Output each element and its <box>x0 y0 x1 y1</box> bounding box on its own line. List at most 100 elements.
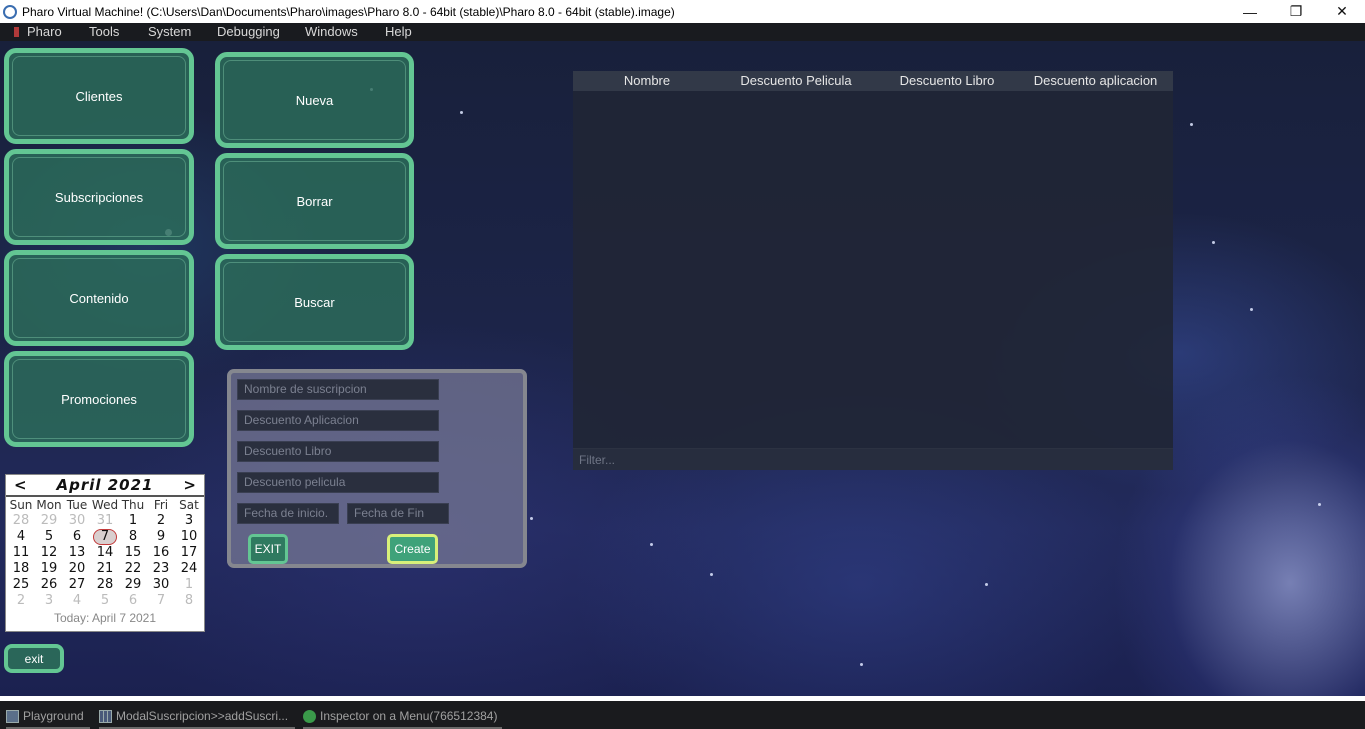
exit-label: exit <box>24 651 44 666</box>
calendar-day[interactable]: 30 <box>147 577 175 593</box>
menu-windows[interactable]: Windows <box>305 23 385 41</box>
calendar-day[interactable]: 4 <box>63 593 91 609</box>
calendar-day[interactable]: 29 <box>35 513 63 529</box>
calendar-next-button[interactable]: > <box>183 476 196 494</box>
calendar-day[interactable]: 8 <box>119 529 147 545</box>
calendar-day[interactable]: 30 <box>63 513 91 529</box>
taskbar-item-inspector[interactable]: Inspector on a Menu(766512384) <box>303 705 502 729</box>
exit-button[interactable]: exit <box>4 644 64 673</box>
calendar-day[interactable]: 3 <box>175 513 203 529</box>
calendar-day[interactable]: 12 <box>35 545 63 561</box>
calendar-day[interactable]: 28 <box>91 577 119 593</box>
taskbar-item-modal-suscripcion[interactable]: ModalSuscripcion>>addSuscri... <box>99 705 295 729</box>
calendar-weekday: Sat <box>179 498 199 512</box>
calendar-day[interactable]: 22 <box>119 561 147 577</box>
descuento-aplicacion-input[interactable]: Descuento Aplicacion <box>237 410 439 431</box>
filter-input[interactable]: Filter... <box>573 448 1173 470</box>
minimize-button[interactable]: — <box>1227 0 1273 23</box>
calendar-weekday: Wed <box>91 498 119 512</box>
contenido-label: Contenido <box>69 290 129 306</box>
promociones-label: Promociones <box>61 391 137 407</box>
calendar-day[interactable]: 28 <box>7 513 35 529</box>
create-button[interactable]: Create <box>387 534 438 564</box>
fecha-fin-input[interactable]: Fecha de Fin <box>347 503 449 524</box>
contenido-button[interactable]: Contenido <box>4 250 194 346</box>
calendar-day[interactable]: 1 <box>175 577 203 593</box>
calendar-day[interactable]: 18 <box>7 561 35 577</box>
calendar-day[interactable]: 11 <box>7 545 35 561</box>
menu-pharo[interactable]: Pharo <box>27 23 89 41</box>
calendar-day[interactable]: 27 <box>63 577 91 593</box>
star-decoration <box>710 573 713 576</box>
calendar-day[interactable]: 16 <box>147 545 175 561</box>
column-header-descuento-libro[interactable]: Descuento Libro <box>871 71 1023 91</box>
menu-debugging[interactable]: Debugging <box>217 23 305 41</box>
menu-system[interactable]: System <box>148 23 217 41</box>
calendar-day[interactable]: 5 <box>91 593 119 609</box>
nueva-button[interactable]: Nueva <box>215 52 414 148</box>
calendar-day[interactable]: 25 <box>7 577 35 593</box>
maximize-button[interactable]: ❐ <box>1273 0 1319 23</box>
calendar-prev-button[interactable]: < <box>14 476 27 494</box>
calendar-day-selected[interactable]: 7 <box>91 529 119 545</box>
star-decoration <box>1250 308 1253 311</box>
calendar-day[interactable]: 23 <box>147 561 175 577</box>
buscar-button[interactable]: Buscar <box>215 254 414 350</box>
calendar-day[interactable]: 10 <box>175 529 203 545</box>
calendar-day[interactable]: 1 <box>119 513 147 529</box>
table-header: Nombre Descuento Pelicula Descuento Libr… <box>573 71 1173 91</box>
calendar-day[interactable]: 3 <box>35 593 63 609</box>
calendar-day[interactable]: 6 <box>63 529 91 545</box>
taskbar-item-label: Playground <box>23 709 84 723</box>
star-decoration <box>1318 503 1321 506</box>
calendar-day[interactable]: 13 <box>63 545 91 561</box>
calendar-day[interactable]: 8 <box>175 593 203 609</box>
column-header-nombre[interactable]: Nombre <box>573 71 721 91</box>
calendar-day[interactable]: 15 <box>119 545 147 561</box>
promociones-button[interactable]: Promociones <box>4 351 194 447</box>
calendar-day[interactable]: 2 <box>147 513 175 529</box>
clientes-button[interactable]: Clientes <box>4 48 194 144</box>
calendar-month-title: April 2021 <box>56 476 154 494</box>
calendar-day[interactable]: 7 <box>147 593 175 609</box>
calendar-day[interactable]: 19 <box>35 561 63 577</box>
calendar-weekday: Thu <box>121 498 145 512</box>
window-title: Pharo Virtual Machine! (C:\Users\Dan\Doc… <box>22 4 675 19</box>
calendar-day[interactable]: 26 <box>35 577 63 593</box>
borrar-button[interactable]: Borrar <box>215 153 414 249</box>
column-header-descuento-aplicacion[interactable]: Descuento aplicacion <box>1023 71 1168 91</box>
taskbar-item-playground[interactable]: Playground <box>6 705 90 729</box>
subscripciones-button[interactable]: Subscripciones <box>4 149 194 245</box>
descuento-libro-input[interactable]: Descuento Libro <box>237 441 439 462</box>
calendar-day[interactable]: 14 <box>91 545 119 561</box>
descuento-pelicula-input[interactable]: Descuento pelicula <box>237 472 439 493</box>
menu-tools[interactable]: Tools <box>89 23 148 41</box>
menu-help[interactable]: Help <box>385 23 425 41</box>
calendar-day[interactable]: 4 <box>7 529 35 545</box>
fecha-inicio-input[interactable]: Fecha de inicio. <box>237 503 339 524</box>
calendar-day[interactable]: 21 <box>91 561 119 577</box>
calendar-day[interactable]: 24 <box>175 561 203 577</box>
menu-bar: Pharo Tools System Debugging Windows Hel… <box>0 23 1365 41</box>
column-header-descuento-pelicula[interactable]: Descuento Pelicula <box>721 71 871 91</box>
star-decoration <box>1190 123 1193 126</box>
calendar-day[interactable]: 31 <box>91 513 119 529</box>
calendar-day[interactable]: 29 <box>119 577 147 593</box>
calendar-day[interactable]: 5 <box>35 529 63 545</box>
nueva-label: Nueva <box>295 92 334 108</box>
nombre-suscripcion-input[interactable]: Nombre de suscripcion <box>237 379 439 400</box>
pharo-lighthouse-icon <box>14 27 19 37</box>
pharo-app-icon <box>3 4 17 19</box>
calendar-day[interactable]: 20 <box>63 561 91 577</box>
close-button[interactable]: ✕ <box>1319 0 1365 23</box>
calendar-weekday: Mon <box>36 498 62 512</box>
calendar-day[interactable]: 6 <box>119 593 147 609</box>
star-decoration <box>650 543 653 546</box>
calendar-day[interactable]: 2 <box>7 593 35 609</box>
calendar-day[interactable]: 9 <box>147 529 175 545</box>
calendar-widget: < April 2021 > Sun Mon Tue Wed Thu Fri S… <box>5 474 205 632</box>
window-controls: — ❐ ✕ <box>1227 0 1365 23</box>
modal-exit-button[interactable]: EXIT <box>248 534 288 564</box>
suscripcion-modal: Nombre de suscripcion Descuento Aplicaci… <box>227 369 527 568</box>
calendar-day[interactable]: 17 <box>175 545 203 561</box>
